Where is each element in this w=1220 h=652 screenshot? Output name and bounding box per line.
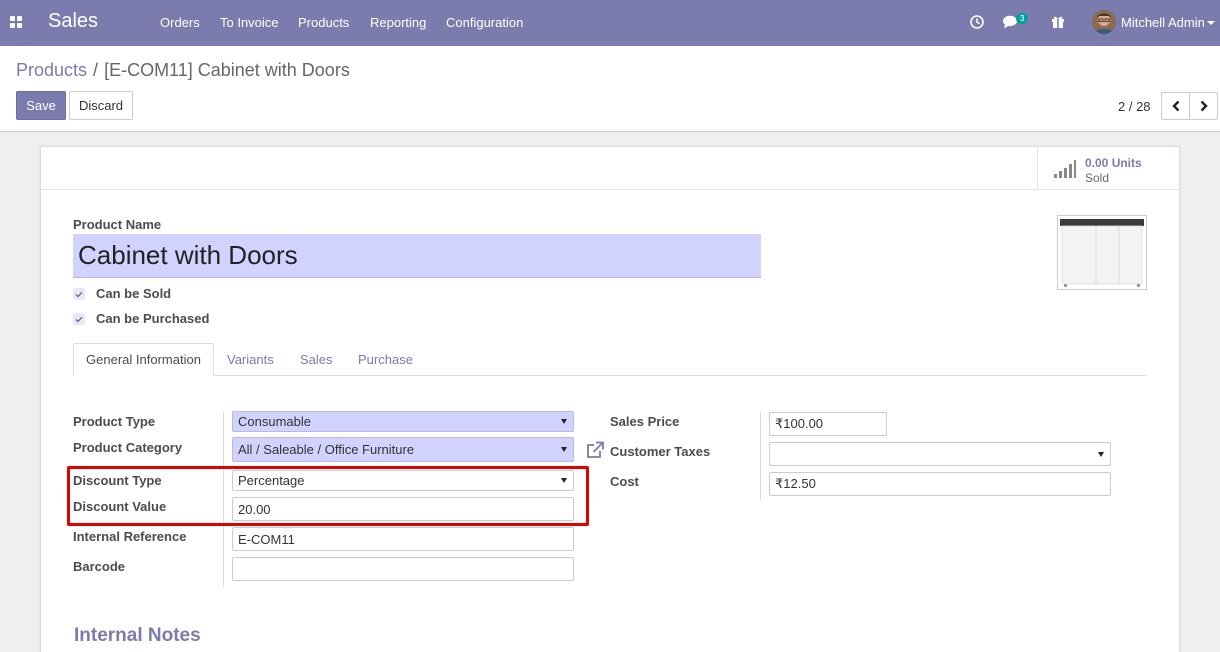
- menu-item-to-invoice[interactable]: To Invoice: [220, 15, 279, 30]
- control-panel: Products / [E-COM11] Cabinet with Doors Sa…: [0, 46, 1220, 132]
- barcode-label: Barcode: [73, 559, 126, 574]
- customer-taxes-select[interactable]: [769, 442, 1111, 466]
- tab-purchase[interactable]: Purchase: [358, 343, 413, 376]
- sales-price-input[interactable]: ₹100.00: [769, 412, 887, 436]
- internal-reference-label: Internal Reference: [73, 529, 187, 544]
- breadcrumb-products-link[interactable]: Products: [16, 60, 87, 80]
- apps-icon[interactable]: [10, 16, 22, 28]
- discard-button[interactable]: Discard: [69, 91, 133, 120]
- menu-item-orders[interactable]: Orders: [160, 15, 200, 30]
- menu-item-configuration[interactable]: Configuration: [446, 15, 523, 30]
- units-sold-button[interactable]: 0.00 Units Sold: [1037, 147, 1179, 190]
- product-name-label: Product Name: [73, 217, 162, 232]
- menu-item-products[interactable]: Products: [298, 15, 349, 30]
- external-link-icon[interactable]: [585, 441, 605, 462]
- can-be-sold-label[interactable]: Can be Sold: [96, 286, 171, 301]
- product-category-label: Product Category: [73, 440, 183, 455]
- chevron-left-icon: [1171, 100, 1179, 112]
- product-type-value: Consumable: [238, 414, 311, 429]
- sales-price-label: Sales Price: [610, 414, 680, 429]
- check-icon: [75, 316, 83, 323]
- check-icon: [75, 291, 83, 298]
- left-column-rule: [223, 411, 224, 587]
- can-be-sold-checkbox[interactable]: [73, 288, 85, 300]
- units-sold-label: Sold: [1085, 171, 1110, 185]
- select-caret-icon: [561, 478, 567, 483]
- can-be-purchased-label[interactable]: Can be Purchased: [96, 311, 209, 326]
- product-image[interactable]: [1057, 215, 1147, 290]
- can-be-purchased-checkbox[interactable]: [73, 313, 85, 325]
- cost-input[interactable]: ₹12.50: [769, 472, 1111, 496]
- select-caret-icon: [561, 419, 567, 424]
- chevron-right-icon: [1200, 100, 1208, 112]
- signal-chart-icon: [1054, 160, 1076, 178]
- barcode-input[interactable]: [232, 557, 574, 581]
- select-caret-icon: [1098, 452, 1104, 457]
- pager-value[interactable]: 2 / 28: [1118, 99, 1151, 114]
- pager-next-button[interactable]: [1189, 92, 1218, 120]
- top-navbar: Sales Orders To Invoice Products Reporti…: [0, 0, 1220, 46]
- menu-item-reporting[interactable]: Reporting: [370, 15, 426, 30]
- discount-type-select[interactable]: Percentage: [232, 470, 574, 491]
- tab-general-information[interactable]: General Information: [73, 343, 214, 376]
- internal-reference-input[interactable]: E-COM11: [232, 527, 574, 551]
- tab-sales[interactable]: Sales: [300, 343, 333, 376]
- form-sheet: 0.00 Units Sold Product Name Cabinet wit…: [40, 146, 1180, 652]
- messages-count-badge: 3: [1016, 13, 1029, 24]
- button-box: 0.00 Units Sold: [41, 147, 1179, 190]
- customer-taxes-label: Customer Taxes: [610, 444, 711, 459]
- select-caret-icon: [561, 447, 567, 452]
- internal-notes-title: Internal Notes: [74, 625, 201, 646]
- right-column-rule: [760, 411, 761, 501]
- product-category-select[interactable]: All / Saleable / Office Furniture: [232, 437, 574, 462]
- avatar[interactable]: [1092, 10, 1116, 34]
- caret-down-icon[interactable]: [1207, 21, 1215, 25]
- breadcrumb: Products / [E-COM11] Cabinet with Doors: [16, 60, 350, 81]
- save-button[interactable]: Save: [16, 91, 66, 120]
- breadcrumb-current: [E-COM11] Cabinet with Doors: [104, 60, 350, 80]
- product-name-input[interactable]: Cabinet with Doors: [73, 234, 761, 278]
- product-type-select[interactable]: Consumable: [232, 411, 574, 432]
- discount-type-value: Percentage: [238, 473, 305, 488]
- tab-variants[interactable]: Variants: [227, 343, 274, 376]
- clock-icon[interactable]: [969, 14, 985, 33]
- user-name[interactable]: Mitchell Admin: [1121, 15, 1205, 30]
- product-type-label: Product Type: [73, 414, 156, 429]
- discount-value-input[interactable]: 20.00: [232, 497, 574, 521]
- units-sold-value: 0.00 Units: [1085, 156, 1142, 170]
- breadcrumb-separator: /: [93, 60, 99, 80]
- cost-label: Cost: [610, 474, 639, 489]
- product-category-value: All / Saleable / Office Furniture: [238, 442, 415, 457]
- discount-type-label: Discount Type: [73, 473, 162, 488]
- app-brand[interactable]: Sales: [48, 10, 98, 33]
- gift-icon[interactable]: [1050, 13, 1066, 32]
- pager-previous-button[interactable]: [1161, 92, 1190, 120]
- discount-value-label: Discount Value: [73, 499, 167, 514]
